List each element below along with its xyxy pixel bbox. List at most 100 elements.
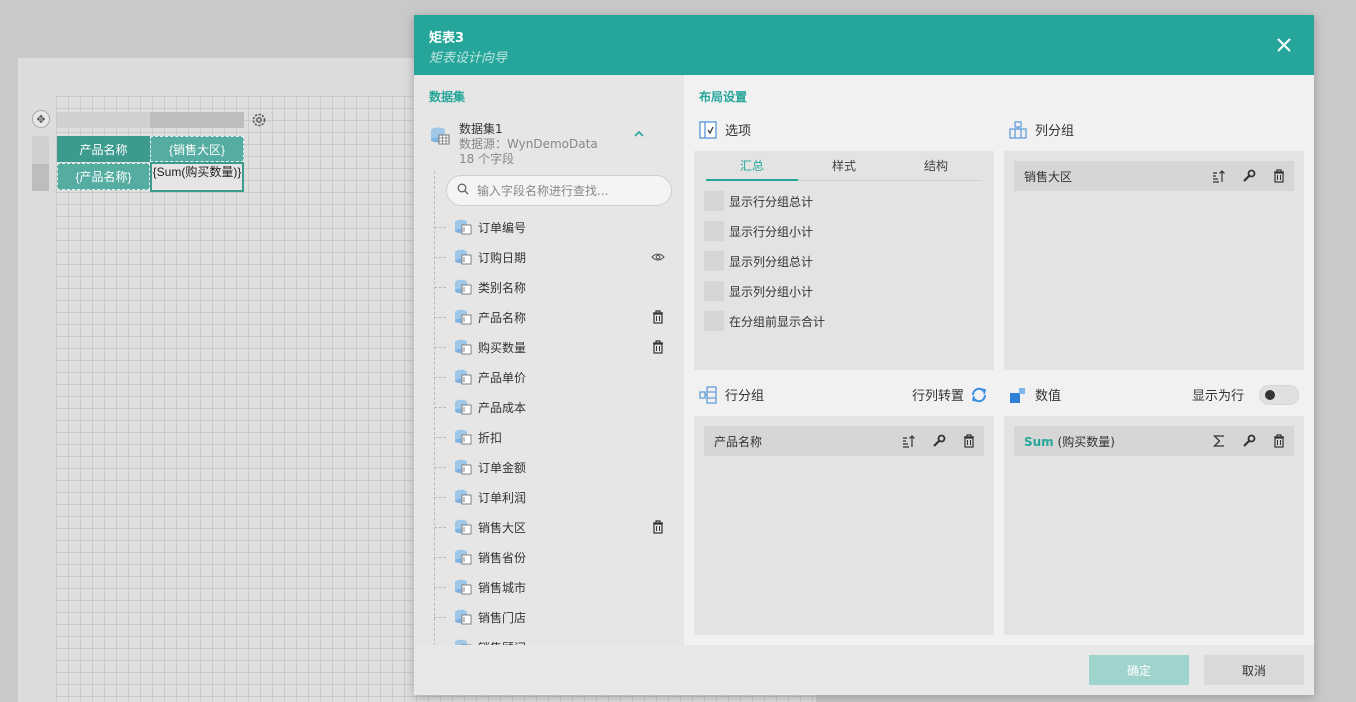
- field-item[interactable]: 产品成本: [434, 392, 674, 422]
- gear-icon[interactable]: [250, 111, 268, 129]
- column-groups-title: 列分组: [1009, 120, 1074, 139]
- eye-icon[interactable]: [650, 249, 666, 265]
- option-show-column-group-total[interactable]: 显示列分组总计: [704, 251, 813, 271]
- trash-icon[interactable]: [1264, 161, 1294, 191]
- sort-icon[interactable]: [894, 426, 924, 456]
- column-group-icon: [1009, 120, 1027, 139]
- value-chip[interactable]: Sum (购买数量): [1014, 426, 1294, 456]
- toggle-knob: [1265, 390, 1275, 400]
- field-icon: [454, 459, 472, 475]
- tree-branch: [434, 586, 446, 588]
- field-item[interactable]: 产品名称: [434, 302, 674, 332]
- chip-label: 销售大区: [1024, 169, 1073, 184]
- field-icon: [454, 549, 472, 565]
- checkbox[interactable]: [704, 281, 724, 301]
- values-title: 数值: [1009, 385, 1061, 404]
- tree-branch: [434, 466, 446, 468]
- table-value-cell[interactable]: {Sum(购买数量)}: [150, 162, 244, 192]
- options-title-label: 选项: [725, 124, 752, 139]
- search-input[interactable]: [477, 183, 667, 198]
- swap-label: 行列转置: [912, 389, 965, 404]
- field-item[interactable]: 销售大区: [434, 512, 674, 542]
- field-search[interactable]: [446, 175, 672, 206]
- options-box: 汇总 样式 结构 显示行分组总计 显示行分组小计 显示列分组总计 显示列分组小计…: [694, 151, 994, 370]
- chevron-up-icon[interactable]: [632, 127, 646, 141]
- checkbox[interactable]: [704, 311, 724, 331]
- move-handle-icon[interactable]: ✥: [32, 110, 50, 128]
- option-total-before-group[interactable]: 在分组前显示合计: [704, 311, 825, 331]
- tab-summary[interactable]: 汇总: [706, 151, 798, 181]
- field-item[interactable]: 销售城市: [434, 572, 674, 602]
- swap-icon[interactable]: [970, 386, 988, 404]
- dataset-section-title: 数据集: [429, 90, 466, 104]
- tab-style[interactable]: 样式: [798, 151, 890, 180]
- field-item[interactable]: 销售省份: [434, 542, 674, 572]
- option-label: 显示列分组小计: [729, 284, 814, 299]
- checkbox[interactable]: [704, 191, 724, 211]
- tree-branch: [434, 316, 446, 318]
- option-show-column-group-subtotal[interactable]: 显示列分组小计: [704, 281, 813, 301]
- dialog-footer: 确定 取消: [414, 645, 1314, 695]
- close-icon[interactable]: [1272, 33, 1296, 57]
- row-groups-box[interactable]: 产品名称: [694, 416, 994, 635]
- dialog-subtitle: 矩表设计向导: [429, 51, 508, 66]
- row-groups-title-label: 行分组: [725, 389, 765, 404]
- column-groups-box[interactable]: 销售大区: [1004, 151, 1304, 370]
- wrench-icon[interactable]: [1234, 426, 1264, 456]
- field-item[interactable]: 销售门店: [434, 602, 674, 632]
- checkbox[interactable]: [704, 251, 724, 271]
- show-as-row-toggle[interactable]: [1259, 385, 1299, 405]
- table-row-group-cell[interactable]: {产品名称}: [57, 163, 150, 190]
- trash-icon[interactable]: [650, 309, 666, 325]
- field-icon: [454, 339, 472, 355]
- trash-icon[interactable]: [1264, 426, 1294, 456]
- trash-icon[interactable]: [954, 426, 984, 456]
- row-group-chip[interactable]: 产品名称: [704, 426, 984, 456]
- table-column-group-cell[interactable]: {销售大区}: [150, 136, 244, 162]
- row-handle-bar[interactable]: [32, 136, 49, 191]
- row-group-icon: [699, 385, 717, 404]
- value-field-label: (购买数量): [1057, 434, 1115, 449]
- field-item[interactable]: 订单编号: [434, 212, 674, 242]
- tree-branch: [434, 226, 446, 228]
- column-handle-bar[interactable]: [57, 112, 244, 128]
- field-item[interactable]: 产品单价: [434, 362, 674, 392]
- swap-rows-columns[interactable]: 行列转置: [912, 385, 988, 404]
- layout-panel: 布局设置 选项 汇总 样式 结构 显示行分组总计 显示行分组小计 显示列分组总计…: [684, 75, 1314, 645]
- wrench-icon[interactable]: [924, 426, 954, 456]
- option-show-row-group-subtotal[interactable]: 显示行分组小计: [704, 221, 813, 241]
- trash-icon[interactable]: [650, 339, 666, 355]
- dataset-field-count: 18 个字段: [459, 152, 515, 166]
- dialog-header: 矩表3 矩表设计向导: [414, 15, 1314, 75]
- field-icon: [454, 609, 472, 625]
- field-label: 购买数量: [478, 340, 527, 355]
- ok-button[interactable]: 确定: [1089, 655, 1189, 685]
- field-item[interactable]: 折扣: [434, 422, 674, 452]
- sigma-icon[interactable]: [1204, 426, 1234, 456]
- field-item[interactable]: 购买数量: [434, 332, 674, 362]
- column-group-chip[interactable]: 销售大区: [1014, 161, 1294, 191]
- options-tabs: 汇总 样式 结构: [706, 151, 982, 181]
- cancel-button[interactable]: 取消: [1204, 655, 1304, 685]
- wrench-icon[interactable]: [1234, 161, 1264, 191]
- field-item[interactable]: 订购日期: [434, 242, 674, 272]
- checkbox[interactable]: [704, 221, 724, 241]
- field-item[interactable]: 类别名称: [434, 272, 674, 302]
- tree-branch: [434, 496, 446, 498]
- values-box[interactable]: Sum (购买数量): [1004, 416, 1304, 635]
- sort-icon[interactable]: [1204, 161, 1234, 191]
- trash-icon[interactable]: [650, 519, 666, 535]
- field-item[interactable]: 订单金额: [434, 452, 674, 482]
- chip-label: Sum (购买数量): [1024, 433, 1204, 450]
- tab-structure[interactable]: 结构: [890, 151, 982, 180]
- table-header-cell[interactable]: 产品名称: [57, 136, 150, 162]
- field-item[interactable]: 销售顾问: [434, 632, 674, 645]
- field-item[interactable]: 订单利润: [434, 482, 674, 512]
- row-groups-title: 行分组: [699, 385, 764, 404]
- tree-branch: [434, 346, 446, 348]
- options-title: 选项: [699, 120, 751, 139]
- aggregate-label: Sum: [1024, 434, 1054, 449]
- field-label: 类别名称: [478, 280, 527, 295]
- tree-branch: [434, 616, 446, 618]
- option-show-row-group-total[interactable]: 显示行分组总计: [704, 191, 813, 211]
